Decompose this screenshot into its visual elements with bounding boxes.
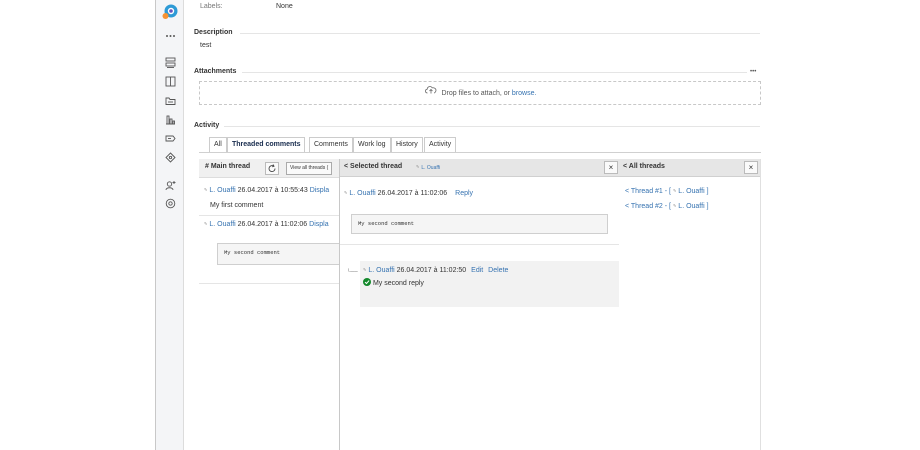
close-selected-thread-button[interactable]: × [604,161,618,174]
issues-icon[interactable] [165,133,176,144]
selected-thread-divider [340,244,619,245]
description-title: Description [194,29,233,36]
comment-1-author[interactable]: L. Ouaffi [209,187,235,194]
tabs-baseline [199,152,761,153]
selected-comment-code: My second comment [351,214,608,234]
selected-thread-header-user: ✎ L. Ouaffi [416,164,440,171]
user-avatar-icon: ✎ [204,187,208,192]
thread-item-2-end: ] [706,203,709,210]
close-all-threads-button[interactable]: × [744,161,758,174]
comment-1-date: 26.04.2017 à 10:55:43 [237,187,308,194]
comment-2-author[interactable]: L. Ouaffi [209,221,235,228]
add-user-icon[interactable] [165,180,176,191]
components-icon[interactable] [165,152,176,163]
comment-2-display-link[interactable]: Displa [309,221,328,228]
thread-item-1-label[interactable]: < Thread #1 - [ [625,188,671,195]
tab-work-log[interactable]: Work log [353,137,391,152]
thread-item-1-author[interactable]: L. Ouaffi [678,188,704,195]
reply-block: ✎ L. Ouaffi 26.04.2017 à 11:02:50 Edit De… [360,261,620,307]
comment-1-text: My first comment [210,202,264,209]
comment-1-display-link[interactable]: Displa [310,187,329,194]
user-avatar-icon: ✎ [416,164,420,169]
main-thread-header: # Main thread View all threads ( [199,159,340,178]
tab-threaded-comments[interactable]: Threaded comments [227,137,306,152]
comment-divider [199,215,340,216]
reply-text-row: My second reply [363,278,424,288]
labels-row: Labels: [200,3,223,10]
attachments-title: Attachments [194,68,237,75]
main-thread-pane: # Main thread View all threads ( ✎ L. Oua… [199,159,340,450]
activity-title: Activity [194,122,220,129]
attachments-more-icon[interactable]: ••• [750,69,756,75]
user-avatar-icon: ✎ [363,267,367,272]
reply-connector: └── [347,269,358,275]
browse-link[interactable]: browse. [512,90,537,97]
thread-item-1[interactable]: < Thread #1 - [ ✎ L. Ouaffi ] [625,188,709,195]
user-avatar-icon: ✎ [672,188,677,193]
refresh-icon[interactable] [265,162,279,175]
check-icon [363,278,371,288]
thread-item-2-label[interactable]: < Thread #2 - [ [625,203,671,210]
settings-icon[interactable] [165,198,176,209]
description-divider [240,33,760,34]
cloud-upload-icon [424,82,438,104]
labels-value[interactable]: None [276,3,293,10]
selected-comment-date: 26.04.2017 à 11:02:06 [377,190,448,197]
reply-link[interactable]: Reply [455,190,473,197]
selected-thread-header-author[interactable]: L. Ouaffi [421,165,440,171]
thread-item-1-end: ] [706,188,709,195]
comment-2-code: My second comment [217,243,340,265]
backlog-icon[interactable] [165,57,176,68]
comment-1-meta: ✎ L. Ouaffi 26.04.2017 à 10:55:43 Displa [204,187,329,194]
user-avatar-icon: ✎ [204,221,208,226]
selected-comment-author[interactable]: L. Ouaffi [349,190,375,197]
activity-divider [224,126,760,127]
project-sidebar [155,0,184,450]
project-avatar-icon[interactable] [162,4,178,20]
reply-text: My second reply [372,280,424,287]
all-threads-title: < All threads [623,163,665,170]
thread-item-2-author[interactable]: L. Ouaffi [678,203,704,210]
view-all-threads-button[interactable]: View all threads ( [286,162,333,175]
user-avatar-icon: ✎ [344,190,348,195]
user-avatar-icon: ✎ [672,203,677,208]
selected-thread-title[interactable]: < Selected thread [344,163,402,170]
tab-activity[interactable]: Activity [424,137,457,152]
all-threads-header: < All threads × [619,159,760,177]
attachments-dropzone[interactable]: Drop files to attach, or browse. [199,81,761,105]
main-thread-title: # Main thread [205,163,251,170]
selected-thread-pane: < Selected thread ✎ L. Ouaffi × ✎ L. Ouaff… [339,159,620,450]
reports-icon[interactable] [165,114,176,125]
reply-meta: ✎ L. Ouaffi 26.04.2017 à 11:02:50 Edit De… [363,267,508,274]
more-icon[interactable] [165,30,176,41]
reply-date: 26.04.2017 à 11:02:50 [396,267,467,274]
comment-2-meta: ✎ L. Ouaffi 26.04.2017 à 11:02:06 Displa [204,221,329,228]
comment-2-date: 26.04.2017 à 11:02:06 [237,221,308,228]
labels-label: Labels: [200,3,223,10]
selected-comment-meta: ✎ L. Ouaffi 26.04.2017 à 11:02:06 Reply [344,190,473,197]
tab-history[interactable]: History [391,137,423,152]
description-text[interactable]: test [200,42,211,49]
attachments-divider [242,72,747,73]
main-thread-bottom-divider [199,283,340,284]
releases-icon[interactable] [165,95,176,106]
delete-link[interactable]: Delete [488,267,508,274]
thread-item-2[interactable]: < Thread #2 - [ ✎ L. Ouaffi ] [625,203,709,210]
selected-thread-header: < Selected thread ✎ L. Ouaffi × [340,159,619,177]
board-icon[interactable] [165,76,176,87]
tab-all[interactable]: All [209,137,227,152]
drop-text: Drop files to attach, or [441,89,512,97]
reply-author[interactable]: L. Ouaffi [368,267,394,274]
all-threads-pane: < All threads × < Thread #1 - [ ✎ L. Ouaf… [619,159,761,450]
tab-comments[interactable]: Comments [309,137,353,152]
edit-link[interactable]: Edit [471,267,483,274]
